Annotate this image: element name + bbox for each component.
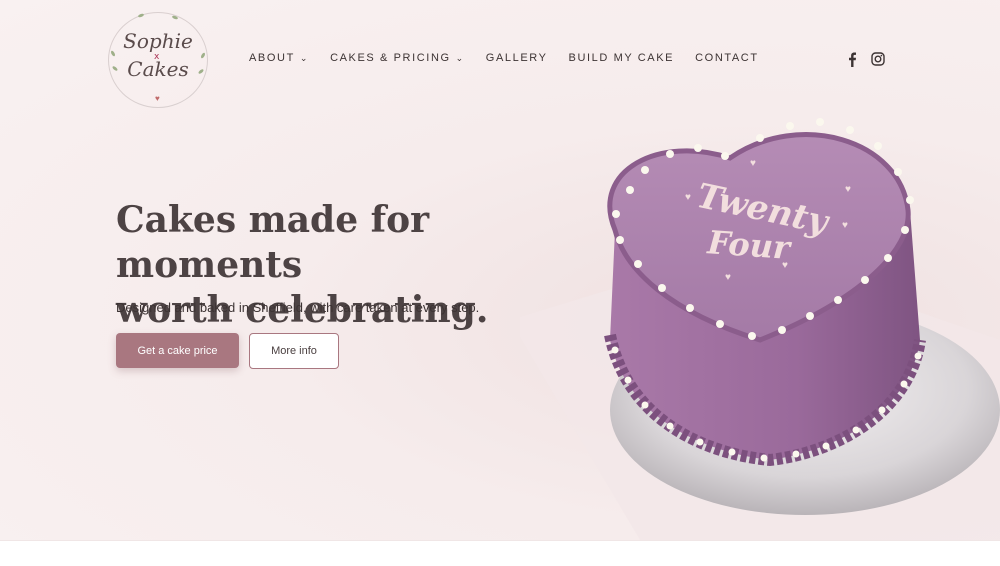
headline-line-1: Cakes made for moments xyxy=(116,199,430,286)
heart-icon: ♥ xyxy=(155,94,160,103)
nav-label: BUILD MY CAKE xyxy=(568,52,675,64)
svg-text:♥: ♥ xyxy=(842,220,848,231)
hero-subtext: Designed and baked in Sheffield, with ca… xyxy=(116,300,480,315)
svg-text:♥: ♥ xyxy=(685,192,691,203)
chevron-down-icon: ⌄ xyxy=(455,52,465,63)
cake-photo: Twenty Four ♥♥♥ ♥♥♥ xyxy=(520,118,1000,540)
svg-text:♥: ♥ xyxy=(782,260,788,271)
hero-section: Sophie Cakes x ♥ ABOUT ⌄ CAKES & PRICING… xyxy=(0,0,1000,540)
nav-label: CAKES & PRICING xyxy=(330,52,451,64)
logo-line-1: Sophie xyxy=(123,29,193,53)
svg-text:♥: ♥ xyxy=(845,184,851,195)
svg-text:♥: ♥ xyxy=(725,272,731,283)
nav-item-contact[interactable]: CONTACT xyxy=(695,52,759,64)
nav-item-cakes-pricing[interactable]: CAKES & PRICING ⌄ xyxy=(330,52,465,64)
logo[interactable]: Sophie Cakes x ♥ xyxy=(108,12,208,108)
facebook-icon[interactable] xyxy=(844,51,860,67)
nav-item-about[interactable]: ABOUT ⌄ xyxy=(249,52,309,64)
instagram-icon[interactable] xyxy=(870,51,886,67)
nav-label: GALLERY xyxy=(485,52,548,64)
cake-text-line-2: Four xyxy=(705,223,793,267)
section-divider xyxy=(0,540,1000,566)
more-info-button[interactable]: More info xyxy=(249,333,339,369)
svg-text:♥: ♥ xyxy=(750,158,756,169)
instagram-glyph xyxy=(871,52,885,66)
facebook-glyph xyxy=(849,52,856,67)
nav-item-build-my-cake[interactable]: BUILD MY CAKE xyxy=(569,52,675,64)
nav-item-gallery[interactable]: GALLERY xyxy=(486,52,548,64)
main-nav: ABOUT ⌄ CAKES & PRICING ⌄ GALLERY BUILD … xyxy=(249,52,780,64)
get-cake-price-button[interactable]: Get a cake price xyxy=(116,333,239,368)
chevron-down-icon: ⌄ xyxy=(299,52,310,63)
nav-label: CONTACT xyxy=(695,52,759,64)
nav-label: ABOUT xyxy=(249,52,295,64)
logo-x: x xyxy=(154,52,160,62)
